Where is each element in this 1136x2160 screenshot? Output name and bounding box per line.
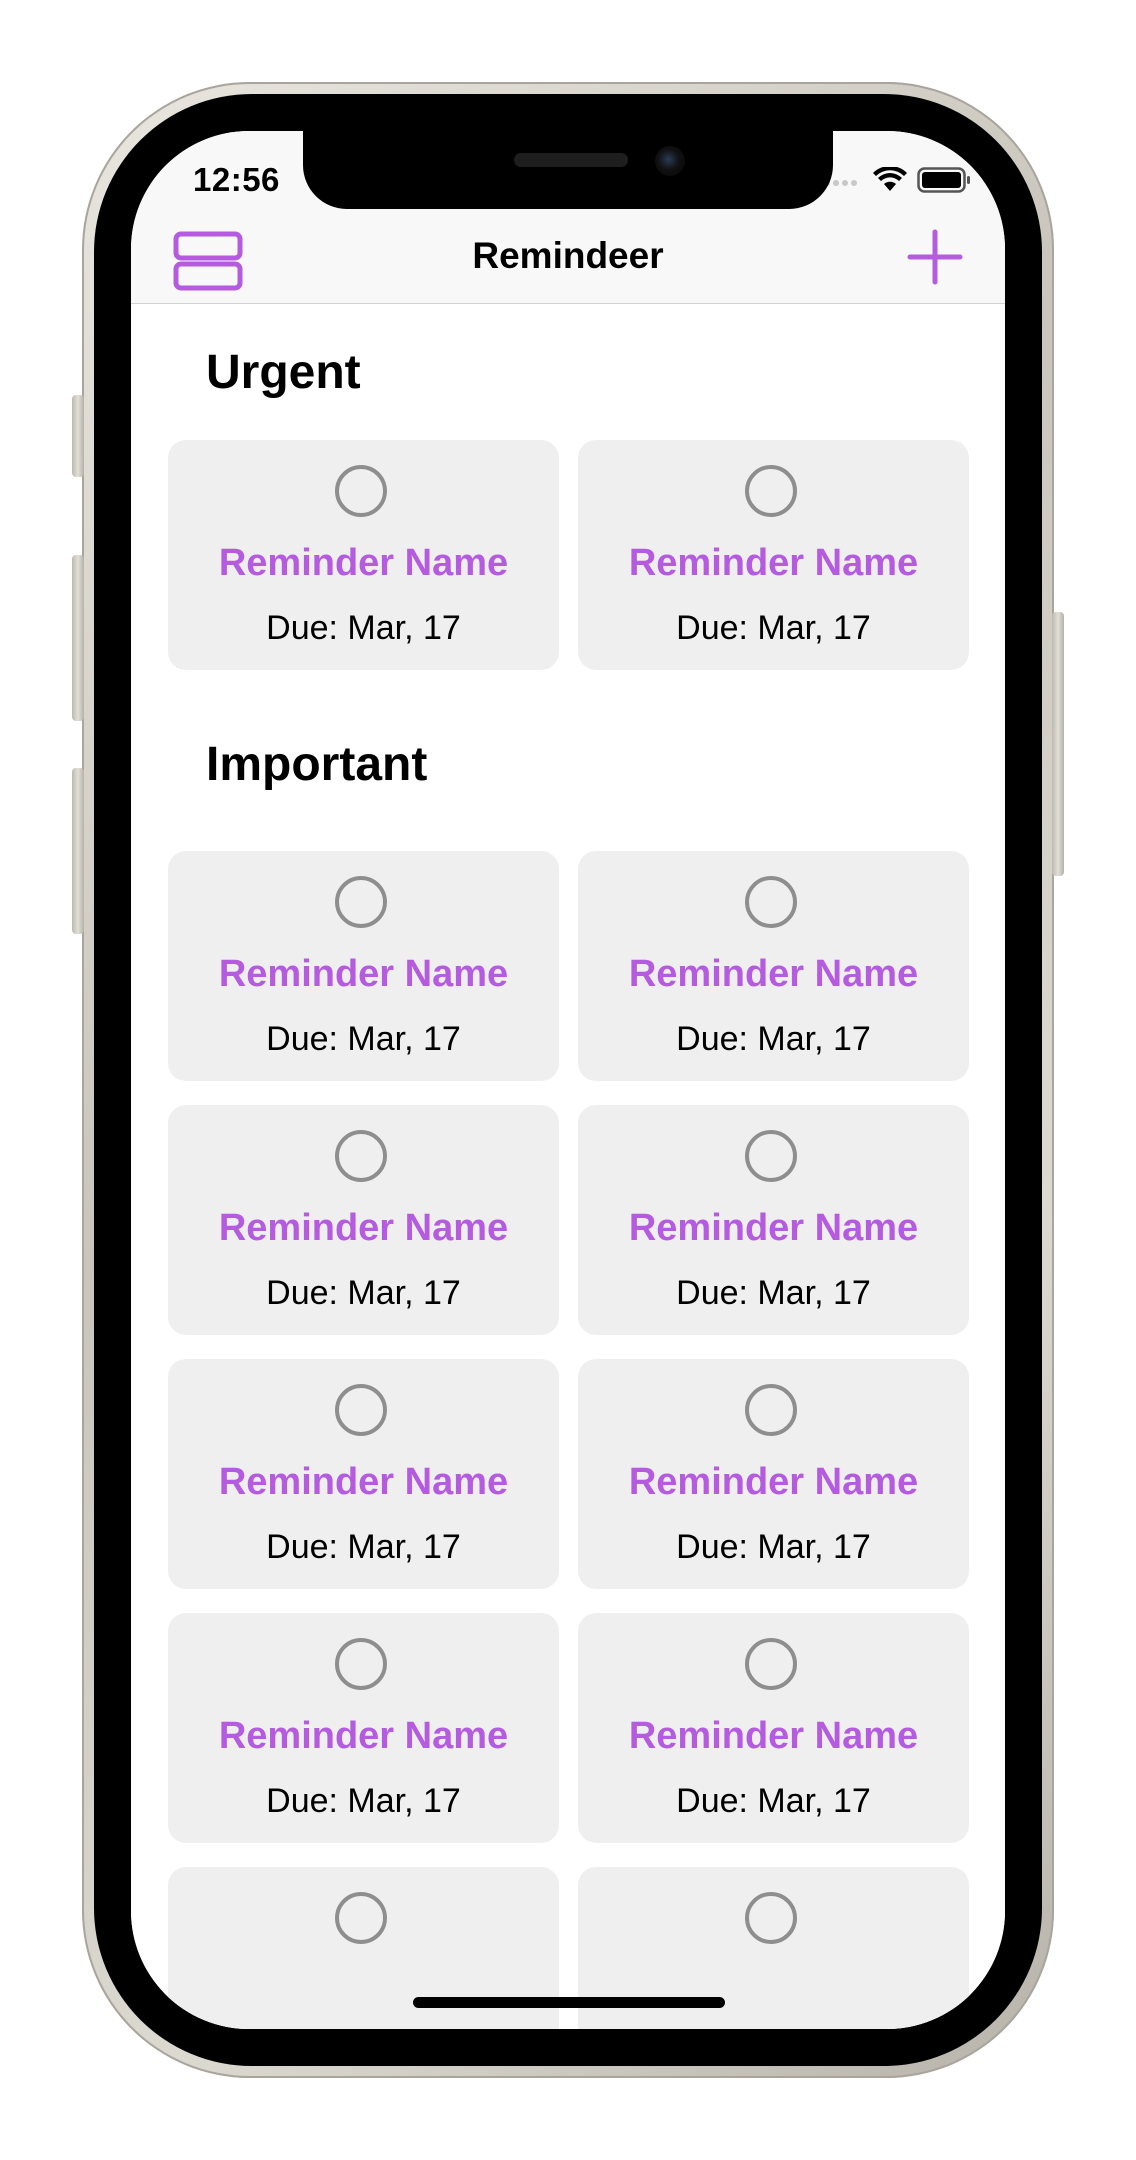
complete-toggle-circle[interactable] [335, 1638, 387, 1690]
earpiece-speaker [514, 153, 628, 167]
complete-toggle-circle[interactable] [745, 1892, 797, 1944]
reminder-card[interactable]: Reminder Name Due: Mar, 17 [168, 1105, 559, 1335]
status-icons [823, 165, 971, 198]
screenshot-canvas: 12:56 Remindeer Urgent Reminder Name Due… [0, 0, 1136, 2160]
section-title-urgent: Urgent [206, 346, 361, 399]
complete-toggle-circle[interactable] [745, 1130, 797, 1182]
mute-switch [72, 395, 84, 477]
reminder-name: Reminder Name [218, 1207, 509, 1249]
complete-toggle-circle[interactable] [745, 1638, 797, 1690]
complete-toggle-circle[interactable] [335, 465, 387, 517]
layout-rows-icon [173, 231, 243, 295]
reminder-card[interactable]: Reminder Name Due: Mar, 17 [168, 440, 559, 670]
phone-screen: 12:56 Remindeer Urgent Reminder Name Due… [131, 131, 1005, 2029]
reminder-card[interactable]: Reminder Name Due: Mar, 17 [578, 851, 969, 1081]
battery-icon [917, 167, 971, 198]
reminder-card[interactable]: Reminder Name Due: Mar, 17 [168, 1613, 559, 1843]
reminder-due-date: Due: Mar, 17 [266, 1274, 461, 1312]
reminder-due-date: Due: Mar, 17 [676, 1528, 871, 1566]
reminder-name: Reminder Name [628, 953, 919, 995]
volume-up-button [72, 555, 84, 721]
reminder-card[interactable]: Reminder Name Due: Mar, 17 [168, 1359, 559, 1589]
complete-toggle-circle[interactable] [745, 876, 797, 928]
complete-toggle-circle[interactable] [745, 1384, 797, 1436]
reminder-name: Reminder Name [218, 953, 509, 995]
reminder-due-date: Due: Mar, 17 [676, 1020, 871, 1058]
reminder-due-date: Due: Mar, 17 [266, 1020, 461, 1058]
reminder-card[interactable]: Reminder Name Due: Mar, 17 [168, 851, 559, 1081]
home-indicator[interactable] [413, 1997, 725, 2008]
reminder-due-date: Due: Mar, 17 [266, 609, 461, 647]
reminder-name: Reminder Name [218, 542, 509, 584]
add-reminder-button[interactable] [907, 229, 963, 285]
reminder-name: Reminder Name [628, 1715, 919, 1757]
reminder-due-date: Due: Mar, 17 [266, 1528, 461, 1566]
complete-toggle-circle[interactable] [335, 1384, 387, 1436]
reminder-due-date: Due: Mar, 17 [676, 1782, 871, 1820]
reminder-due-date: Due: Mar, 17 [266, 1782, 461, 1820]
reminder-list: Urgent Reminder Name Due: Mar, 17 Remind… [131, 305, 1005, 2029]
reminder-due-date: Due: Mar, 17 [676, 609, 871, 647]
complete-toggle-circle[interactable] [335, 1130, 387, 1182]
reminder-card[interactable]: Reminder Name Due: Mar, 17 [578, 1613, 969, 1843]
reminder-card[interactable]: Reminder Name Due: Mar, 17 [578, 440, 969, 670]
reminder-name: Reminder Name [628, 1461, 919, 1503]
front-camera [655, 146, 685, 176]
complete-toggle-circle[interactable] [745, 465, 797, 517]
reminder-name: Reminder Name [628, 542, 919, 584]
plus-icon [907, 229, 963, 289]
reminder-due-date: Due: Mar, 17 [676, 1274, 871, 1312]
page-title: Remindeer [472, 235, 664, 276]
navigation-bar: Remindeer [131, 211, 1005, 304]
complete-toggle-circle[interactable] [335, 1892, 387, 1944]
reminder-card[interactable]: Reminder Name Due: Mar, 17 [578, 1359, 969, 1589]
complete-toggle-circle[interactable] [335, 876, 387, 928]
section-title-important: Important [206, 738, 428, 791]
volume-down-button [72, 768, 84, 934]
notch [303, 131, 833, 209]
wifi-icon [873, 165, 907, 198]
power-button [1052, 612, 1064, 876]
reminder-card[interactable]: Reminder Name Due: Mar, 17 [578, 1105, 969, 1335]
reminder-name: Reminder Name [218, 1715, 509, 1757]
status-time: 12:56 [193, 161, 280, 198]
reminder-name: Reminder Name [218, 1461, 509, 1503]
reminder-name: Reminder Name [628, 1207, 919, 1249]
